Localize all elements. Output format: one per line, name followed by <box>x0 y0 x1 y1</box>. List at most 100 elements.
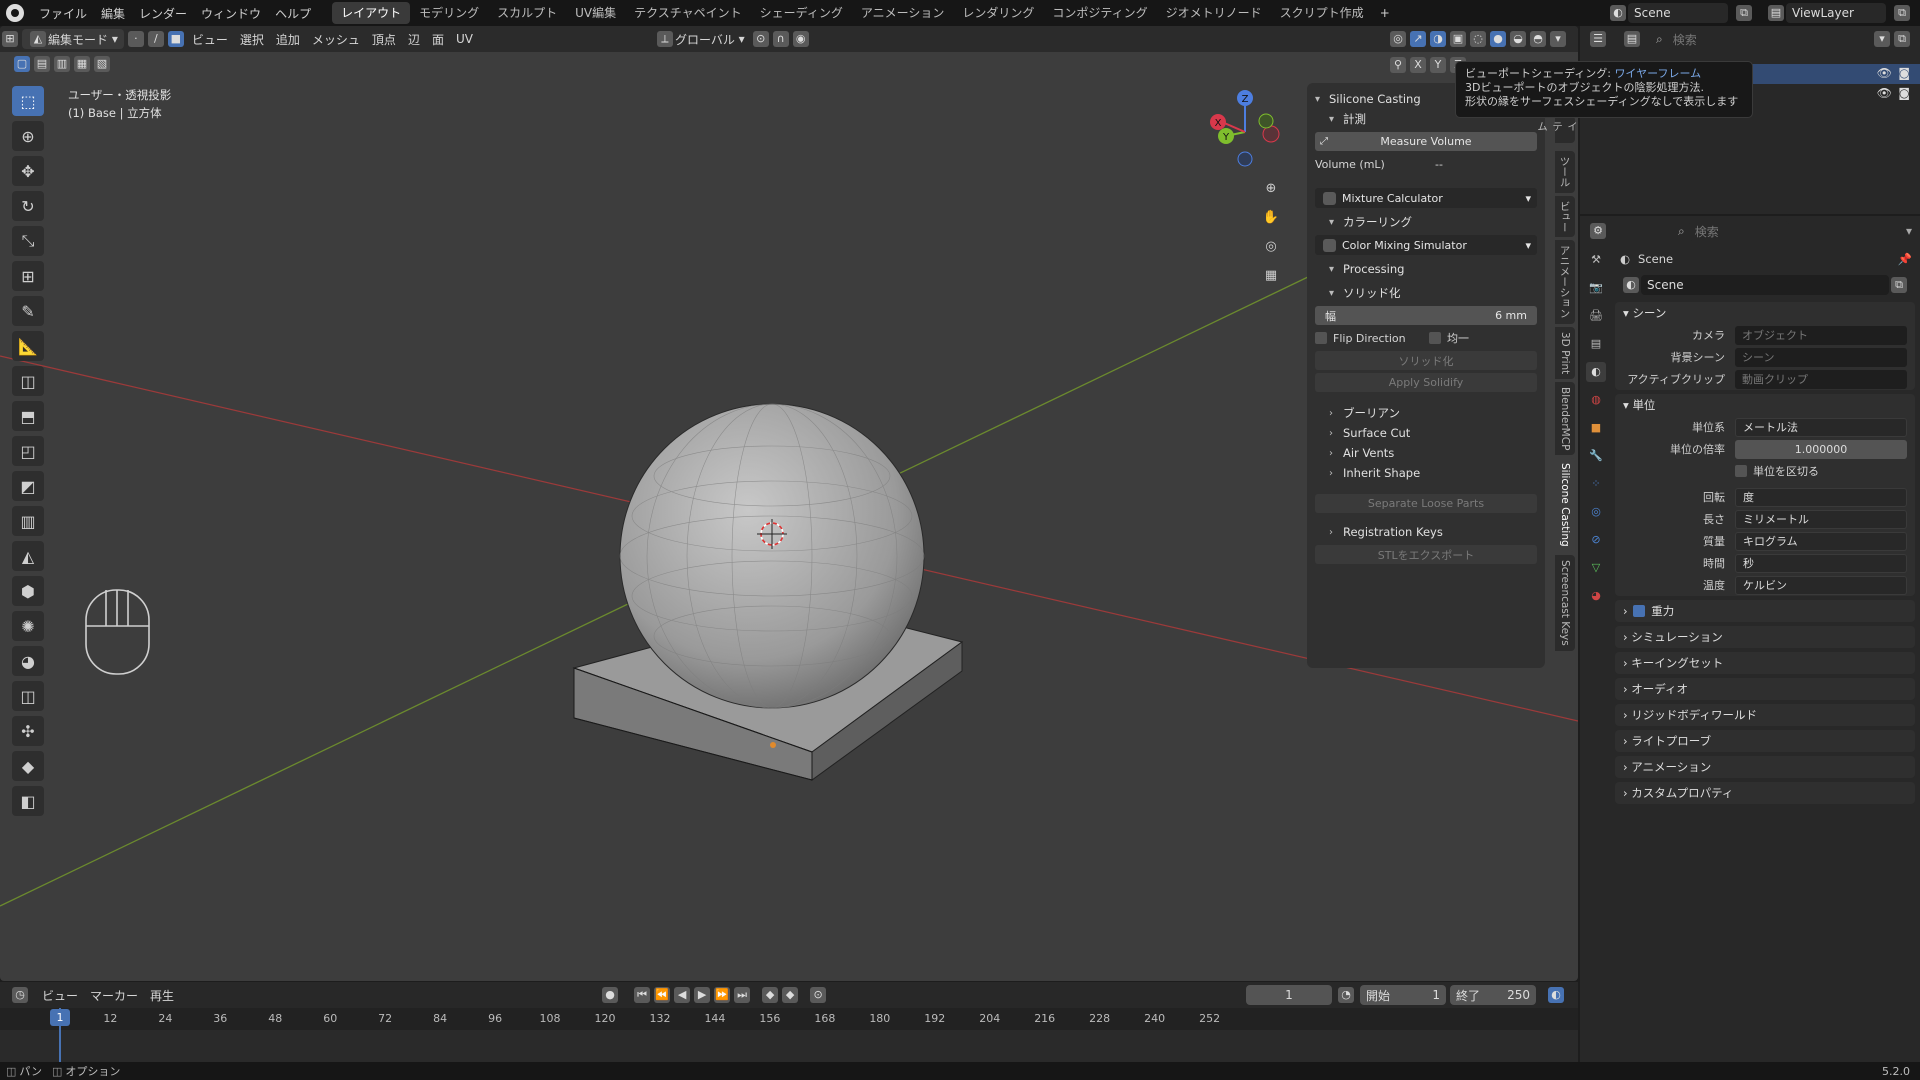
scale-icon[interactable]: ⤡ <box>12 226 44 256</box>
transform-icon[interactable]: ⊞ <box>12 261 44 291</box>
measure-icon[interactable]: 📐 <box>12 331 44 361</box>
rotate-icon[interactable]: ↻ <box>12 191 44 221</box>
menu-item-3[interactable]: ウィンドウ <box>194 5 268 22</box>
gravity-checkbox[interactable] <box>1633 605 1646 617</box>
object-tab-icon[interactable]: ■ <box>1586 418 1606 438</box>
modifier-tab-icon[interactable]: 🔧 <box>1586 446 1606 466</box>
collapsed-section-header-1[interactable]: › シミュレーション <box>1615 626 1915 648</box>
view-layer-tab-icon[interactable]: ▤ <box>1586 334 1606 354</box>
solidify-header[interactable]: ▾ ソリッド化 <box>1315 283 1537 303</box>
sidebar-tab-5[interactable]: Silicone Casting <box>1555 458 1575 552</box>
keyframe-prev-icon[interactable]: ◆ <box>762 987 779 1003</box>
length-dropdown[interactable]: ミリメートル <box>1735 509 1907 529</box>
sidebar-tab-3[interactable]: 3D Print <box>1555 326 1575 379</box>
scene-icon[interactable]: ◐ <box>1610 5 1626 21</box>
bevel-icon[interactable]: ◩ <box>12 471 44 501</box>
workspace-tab-5[interactable]: シェーディング <box>751 2 852 24</box>
collapsed-section-5[interactable]: › ライトプローブ <box>1615 730 1915 752</box>
sidebar-tab-0[interactable]: ツール <box>1555 151 1575 193</box>
add-cube-icon[interactable]: ◫ <box>12 366 44 396</box>
eye-icon[interactable]: 👁 <box>1877 66 1892 80</box>
camera-field[interactable]: オブジェクト <box>1735 325 1907 345</box>
background-scene-field[interactable]: シーン <box>1735 347 1907 367</box>
menu-item-0[interactable]: ファイル <box>32 5 94 22</box>
extrude-icon[interactable]: ⬒ <box>12 401 44 431</box>
world-tab-icon[interactable]: ◍ <box>1586 390 1606 410</box>
select-box-icon[interactable]: ⬚ <box>12 86 44 116</box>
camera-view-icon[interactable]: ◎ <box>1259 234 1283 258</box>
collapsed-section-header-7[interactable]: › カスタムプロパティ <box>1615 782 1915 804</box>
active-clip-field[interactable]: 動画クリップ <box>1735 369 1907 389</box>
play-icon[interactable]: ▶ <box>694 987 711 1003</box>
timeline-track[interactable] <box>0 1030 1578 1062</box>
collapsed-section-7[interactable]: › カスタムプロパティ <box>1615 782 1915 804</box>
properties-search[interactable]: 検索 <box>1688 221 1789 241</box>
color-mixing-dropdown[interactable]: Color Mixing Simulator ▾ <box>1315 235 1537 255</box>
shear-icon[interactable]: ◆ <box>12 751 44 781</box>
unit-system-dropdown[interactable]: メートル法 <box>1735 417 1907 437</box>
sidebar-tab-4[interactable]: BlenderMCP <box>1555 381 1575 456</box>
end-frame-field[interactable]: 終了 250 <box>1450 985 1536 1005</box>
boolean-header[interactable]: › ブーリアン <box>1315 403 1537 423</box>
collapsed-section-header-2[interactable]: › キーイングセット <box>1615 652 1915 674</box>
next-keyframe-icon[interactable]: ⏩ <box>714 987 731 1003</box>
filter-icon[interactable]: ▾ <box>1874 31 1890 47</box>
zoom-icon[interactable]: ⊕ <box>1259 176 1283 200</box>
collapsed-section-1[interactable]: › シミュレーション <box>1615 626 1915 648</box>
menu-item-1[interactable]: 編集 <box>94 5 132 22</box>
pan-hand-icon[interactable]: ✋ <box>1259 205 1283 229</box>
pin-icon[interactable]: 📌 <box>1898 252 1912 266</box>
camera-toggle-icon[interactable]: ◙ <box>1898 86 1910 100</box>
start-frame-field[interactable]: 開始 1 <box>1360 985 1446 1005</box>
workspace-tab-2[interactable]: スカルプト <box>488 2 566 24</box>
jump-end-icon[interactable]: ⏭ <box>734 987 751 1003</box>
workspace-tab-4[interactable]: テクスチャペイント <box>625 2 751 24</box>
physics-tab-icon[interactable]: ◎ <box>1586 502 1606 522</box>
collapsed-section-6[interactable]: › アニメーション <box>1615 756 1915 778</box>
scene-selector[interactable]: Scene <box>1628 3 1728 23</box>
new-scene-icon[interactable]: ⧉ <box>1736 5 1752 21</box>
collapsed-section-header-6[interactable]: › アニメーション <box>1615 756 1915 778</box>
solidify-button[interactable]: ソリッド化 <box>1315 351 1537 370</box>
inherit-shape-header[interactable]: › Inherit Shape <box>1315 463 1537 483</box>
cursor-icon[interactable]: ⊕ <box>12 121 44 151</box>
air-vents-header[interactable]: › Air Vents <box>1315 443 1537 463</box>
timeline-menu-1[interactable]: マーカー <box>84 985 144 1005</box>
mass-dropdown[interactable]: キログラム <box>1735 531 1907 551</box>
display-mode-icon[interactable]: ▤ <box>1624 31 1640 47</box>
workspace-tab-9[interactable]: ジオメトリノード <box>1157 2 1271 24</box>
workspace-tab-0[interactable]: レイアウト <box>332 2 411 24</box>
flip-direction-checkbox[interactable] <box>1315 332 1327 344</box>
collapsed-section-0[interactable]: › 重力 <box>1615 600 1915 622</box>
surface-cut-header[interactable]: › Surface Cut <box>1315 423 1537 443</box>
collapsed-section-2[interactable]: › キーイングセット <box>1615 652 1915 674</box>
viewlayer-icon[interactable]: ▤ <box>1768 5 1784 21</box>
even-checkbox[interactable] <box>1429 332 1441 344</box>
mixture-calculator-dropdown[interactable]: Mixture Calculator ▾ <box>1315 188 1537 208</box>
dropdown-icon[interactable]: ▾ <box>1906 224 1912 238</box>
processing-header[interactable]: ▾ Processing <box>1315 259 1537 279</box>
move-icon[interactable]: ✥ <box>12 156 44 186</box>
camera-toggle-icon[interactable]: ◙ <box>1898 66 1910 80</box>
workspace-tab-3[interactable]: UV編集 <box>566 2 625 24</box>
scene-name-field[interactable]: Scene <box>1641 275 1889 295</box>
sidebar-tab-6[interactable]: Screencast Keys <box>1555 554 1575 651</box>
rotation-dropdown[interactable]: 度 <box>1735 487 1907 507</box>
menu-item-2[interactable]: レンダー <box>132 5 194 22</box>
collapsed-section-header-3[interactable]: › オーディオ <box>1615 678 1915 700</box>
vtab-item[interactable]: アイテム <box>1536 116 1578 146</box>
timeline-menu-0[interactable]: ビュー <box>36 985 84 1005</box>
current-frame-field[interactable]: 1 <box>1246 985 1332 1005</box>
keyframe-next-icon[interactable]: ◆ <box>782 987 799 1003</box>
record-icon[interactable]: ● <box>602 987 619 1003</box>
particles-tab-icon[interactable]: ⁘ <box>1586 474 1606 494</box>
units-section-header[interactable]: ▾ 単位 <box>1615 394 1915 416</box>
menu-item-4[interactable]: ヘルプ <box>268 5 318 22</box>
properties-editor-icon[interactable]: ⚙ <box>1590 223 1606 239</box>
clock-icon[interactable]: ◔ <box>1338 987 1354 1003</box>
new-viewlayer-icon[interactable]: ⧉ <box>1894 5 1910 21</box>
keying-icon[interactable]: ⊙ <box>810 987 827 1003</box>
outliner-search[interactable]: 検索 <box>1666 29 1757 49</box>
outliner-editor-icon[interactable]: ☰ <box>1590 31 1606 47</box>
timeline-menu-2[interactable]: 再生 <box>144 985 180 1005</box>
